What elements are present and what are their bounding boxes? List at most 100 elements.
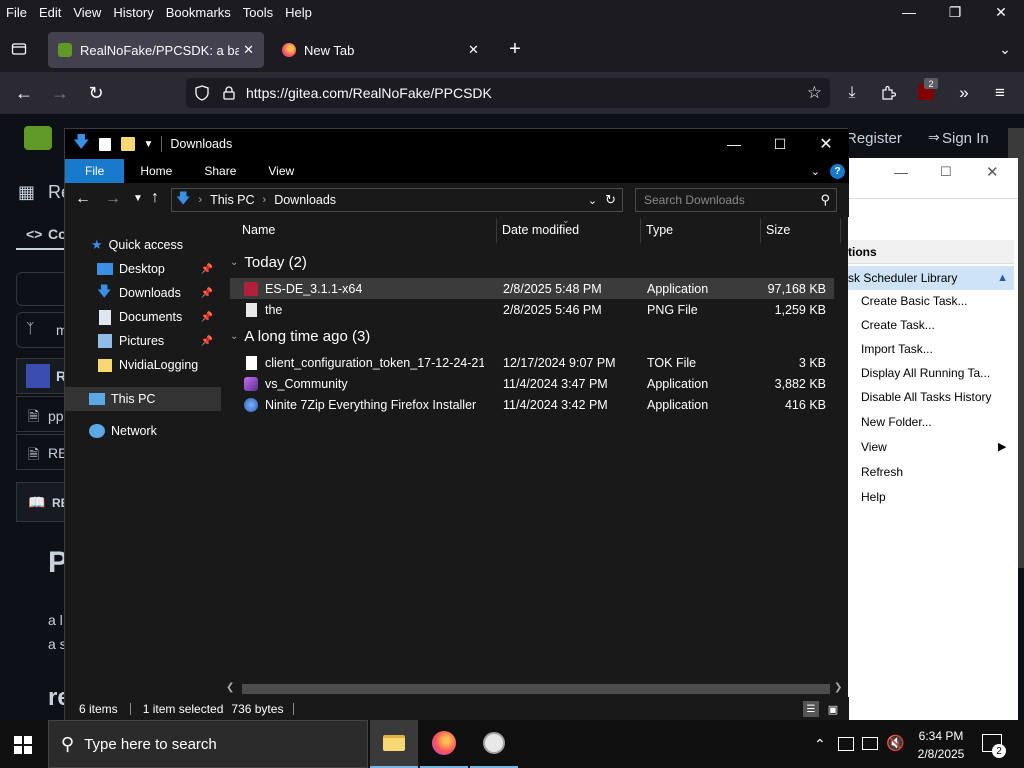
column-header-size[interactable]: Size xyxy=(766,223,790,237)
collapse-chevron-icon[interactable]: ⌄ xyxy=(230,257,238,268)
close-icon[interactable]: ✕ xyxy=(986,163,999,181)
search-icon[interactable]: ⚲ xyxy=(820,192,830,208)
ts-import-task[interactable]: Import Task... xyxy=(861,342,933,356)
column-divider[interactable] xyxy=(496,219,497,243)
tab-close-icon[interactable]: ✕ xyxy=(468,42,479,58)
refresh-icon[interactable]: ↻ xyxy=(605,192,616,208)
column-header-date[interactable]: Date modified xyxy=(502,223,579,237)
network-tray-icon[interactable] xyxy=(862,737,878,750)
url-bar[interactable]: https://gitea.com/RealNoFake/PPCSDK ☆ xyxy=(186,78,830,108)
ts-create-task[interactable]: Create Task... xyxy=(861,318,935,332)
nav-this-pc[interactable]: This PC xyxy=(65,387,221,411)
quick-access-dropdown-icon[interactable]: ▼ xyxy=(143,139,153,150)
extensions-puzzle-icon[interactable] xyxy=(876,80,900,106)
tab-gitea[interactable]: RealNoFake/PPCSDK: a batch sc ✕ xyxy=(48,32,264,68)
scroll-left-icon[interactable]: ❮ xyxy=(226,682,234,693)
menu-bookmarks[interactable]: Bookmarks xyxy=(160,5,237,20)
nav-nvidialogging[interactable]: NvidiaLogging xyxy=(65,353,221,377)
group-today[interactable]: ⌄ Today (2) xyxy=(230,254,307,271)
collapse-triangle-icon[interactable]: ▲ xyxy=(997,272,1008,284)
column-divider[interactable] xyxy=(840,219,841,243)
nav-quick-access[interactable]: ★ Quick access xyxy=(65,233,221,257)
tab-list-chevron-down-icon[interactable]: ⌄ xyxy=(994,38,1016,60)
minimize-icon[interactable]: — xyxy=(711,136,757,152)
file-row[interactable]: the 2/8/2025 5:46 PM PNG File 1,259 KB xyxy=(230,299,834,320)
maximize-icon[interactable]: ☐ xyxy=(940,164,952,180)
menu-file[interactable]: File xyxy=(0,5,33,20)
close-icon[interactable]: ✕ xyxy=(978,0,1024,24)
file-row[interactable]: ES-DE_3.1.1-x64 2/8/2025 5:48 PM Applica… xyxy=(230,278,834,299)
ts-help[interactable]: Help xyxy=(861,490,886,504)
address-bar[interactable]: 🡇 › This PC › Downloads ⌄ ↻ xyxy=(171,188,623,212)
ts-create-basic-task[interactable]: Create Basic Task... xyxy=(861,294,968,308)
hamburger-menu-icon[interactable]: ≡ xyxy=(988,80,1012,106)
library-header[interactable]: sk Scheduler Library ▲ xyxy=(848,266,1014,290)
horizontal-scrollbar[interactable]: ❮ ❯ xyxy=(222,681,848,697)
scrollbar-thumb[interactable] xyxy=(242,684,830,694)
file-name[interactable]: pp xyxy=(48,408,64,424)
security-tray-icon[interactable] xyxy=(838,737,854,751)
details-view-icon[interactable]: ☰ xyxy=(803,701,819,717)
restore-icon[interactable]: ❐ xyxy=(932,0,978,24)
breadcrumb-downloads[interactable]: Downloads xyxy=(274,193,336,207)
ribbon-tab-home[interactable]: Home xyxy=(124,159,188,183)
recent-dropdown-icon[interactable]: ▼ xyxy=(133,193,143,204)
back-arrow-icon[interactable]: ← xyxy=(6,77,42,109)
collapse-chevron-icon[interactable]: ⌄ xyxy=(230,331,238,342)
tray-time[interactable]: 6:34 PM xyxy=(916,729,966,743)
up-arrow-icon[interactable]: ↑ xyxy=(151,189,159,207)
tab-close-icon[interactable]: ✕ xyxy=(243,42,254,58)
ts-disable-history[interactable]: Disable All Tasks History xyxy=(861,390,992,404)
new-tab-plus-icon[interactable]: + xyxy=(504,38,526,60)
ts-refresh[interactable]: Refresh xyxy=(861,465,903,479)
pin-icon[interactable]: 📌 xyxy=(201,288,213,299)
tray-chevron-up-icon[interactable]: ⌃ xyxy=(814,736,826,753)
reload-icon[interactable]: ↻ xyxy=(78,77,114,109)
help-icon[interactable]: ? xyxy=(830,163,845,179)
ts-display-running[interactable]: Display All Running Ta... xyxy=(861,366,990,380)
minimize-icon[interactable]: — xyxy=(886,0,932,24)
breadcrumb-this-pc[interactable]: This PC xyxy=(210,193,254,207)
column-divider[interactable] xyxy=(640,219,641,243)
pin-icon[interactable]: 📌 xyxy=(201,312,213,323)
column-divider[interactable] xyxy=(760,219,761,243)
nav-desktop[interactable]: Desktop 📌 xyxy=(65,257,221,281)
file-row[interactable]: Ninite 7Zip Everything Firefox Installer… xyxy=(230,394,834,415)
tab-new-tab[interactable]: New Tab ✕ xyxy=(272,32,496,68)
file-row[interactable]: vs_Community 11/4/2024 3:47 PM Applicati… xyxy=(230,373,834,394)
menu-history[interactable]: History xyxy=(107,5,159,20)
minimize-icon[interactable]: — xyxy=(894,164,908,180)
file-row[interactable]: client_configuration_token_17-12-24-21-.… xyxy=(230,352,834,373)
back-arrow-icon[interactable]: ← xyxy=(75,190,91,208)
taskbar-firefox[interactable] xyxy=(420,720,468,768)
address-dropdown-icon[interactable]: ⌄ xyxy=(588,194,597,207)
ribbon-tab-share[interactable]: Share xyxy=(188,159,252,183)
nav-downloads[interactable]: 🡇 Downloads 📌 xyxy=(65,281,221,305)
bookmark-star-icon[interactable]: ☆ xyxy=(807,83,822,103)
overflow-chevrons-icon[interactable]: » xyxy=(952,80,976,106)
menu-edit[interactable]: Edit xyxy=(33,5,67,20)
column-header-name[interactable]: Name xyxy=(242,223,275,237)
nav-network[interactable]: Network xyxy=(65,419,221,443)
large-icons-view-icon[interactable]: ▣ xyxy=(825,701,841,717)
forward-arrow-icon[interactable]: → xyxy=(42,77,78,109)
register-link[interactable]: Register xyxy=(846,130,902,147)
group-long-time-ago[interactable]: ⌄ A long time ago (3) xyxy=(230,328,370,345)
sign-in-link[interactable]: Sign In xyxy=(942,130,989,147)
taskbar-task-scheduler[interactable] xyxy=(470,720,518,768)
taskbar-file-explorer[interactable] xyxy=(370,720,418,768)
windows-start-icon[interactable] xyxy=(14,736,32,754)
ribbon-tab-view[interactable]: View xyxy=(252,159,310,183)
nav-documents[interactable]: Documents 📌 xyxy=(65,305,221,329)
ribbon-tab-file[interactable]: File xyxy=(65,159,125,183)
ts-new-folder[interactable]: New Folder... xyxy=(861,415,932,429)
search-downloads-input[interactable]: Search Downloads ⚲ xyxy=(635,188,837,212)
scroll-right-icon[interactable]: ❯ xyxy=(834,682,842,693)
pin-icon[interactable]: 📌 xyxy=(201,264,213,275)
url-text[interactable]: https://gitea.com/RealNoFake/PPCSDK xyxy=(246,85,492,101)
menu-view[interactable]: View xyxy=(67,5,107,20)
gitea-logo-icon[interactable] xyxy=(24,126,52,150)
nav-pictures[interactable]: Pictures 📌 xyxy=(65,329,221,353)
forward-arrow-icon[interactable]: → xyxy=(105,190,121,208)
menu-tools[interactable]: Tools xyxy=(237,5,279,20)
